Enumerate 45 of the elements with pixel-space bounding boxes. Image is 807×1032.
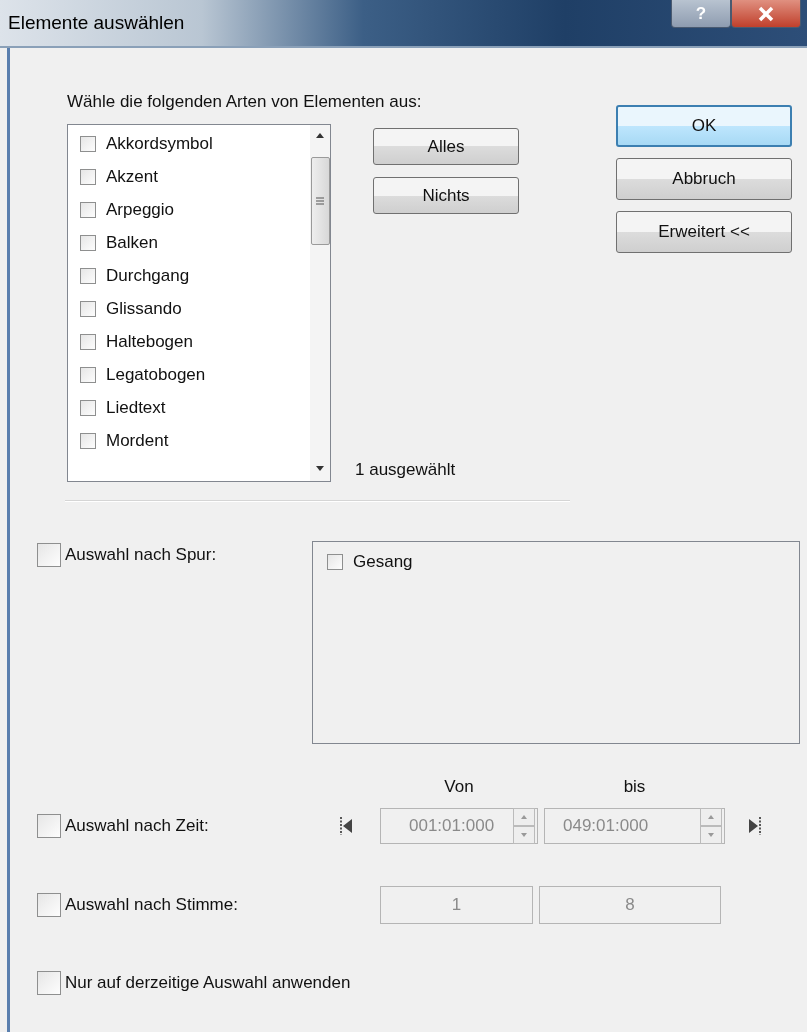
group-heading: Wähle die folgenden Arten von Elementen aus: [67,92,423,113]
checkbox[interactable] [80,135,96,152]
element-label: Akkordsymbol [106,133,213,154]
checkbox[interactable] [80,201,96,218]
checkbox[interactable] [80,366,96,383]
element-label: Legatobogen [106,364,206,385]
checkbox[interactable] [80,432,96,449]
checkbox[interactable] [80,300,96,317]
scrollbar[interactable] [310,125,330,481]
element-label: Durchgang [106,265,190,286]
scroll-down-icon[interactable] [314,465,326,473]
window-title: Elemente auswählen [7,12,185,34]
option-label: Auswahl nach Stimme: [65,895,238,915]
grip-icon [315,196,325,206]
option-label: Nur auf derzeitige Auswahl anwenden [65,973,351,993]
option-label: Auswahl nach Spur: [65,545,217,565]
list-button[interactable]: Nichts [373,177,519,214]
dialog-button[interactable]: Abbruch [616,158,792,200]
element-label: Akzent [106,166,158,187]
scroll-up-icon[interactable] [314,131,326,139]
dialog-button[interactable]: Erweitert << [616,211,792,253]
checkbox[interactable] [80,333,96,350]
element-label: Mordent [106,430,169,451]
from-label: Von [443,777,475,797]
list-button[interactable]: Alles [373,128,519,165]
checkbox[interactable] [37,543,61,567]
close-icon [757,5,775,22]
checkbox[interactable] [80,234,96,251]
element-label: Haltebogen [106,331,193,352]
checkbox[interactable] [80,267,96,284]
selection-count: 1 ausgewählt [355,460,457,481]
to-label: bis [622,777,647,797]
option-label: Auswahl nach Zeit: [65,816,209,836]
checkbox[interactable] [37,971,61,995]
dialog-button[interactable]: OK [616,105,792,147]
checkbox[interactable] [80,399,96,416]
element-label: Arpeggio [106,199,175,220]
checkbox[interactable] [80,168,96,185]
checkbox[interactable] [327,554,343,570]
close-button[interactable] [731,0,801,28]
element-label: Balken [106,232,158,253]
element-label: Glissando [106,298,182,319]
element-label: Liedtext [106,397,166,418]
scroll-thumb[interactable] [310,157,330,245]
track-label: Gesang [353,552,413,572]
